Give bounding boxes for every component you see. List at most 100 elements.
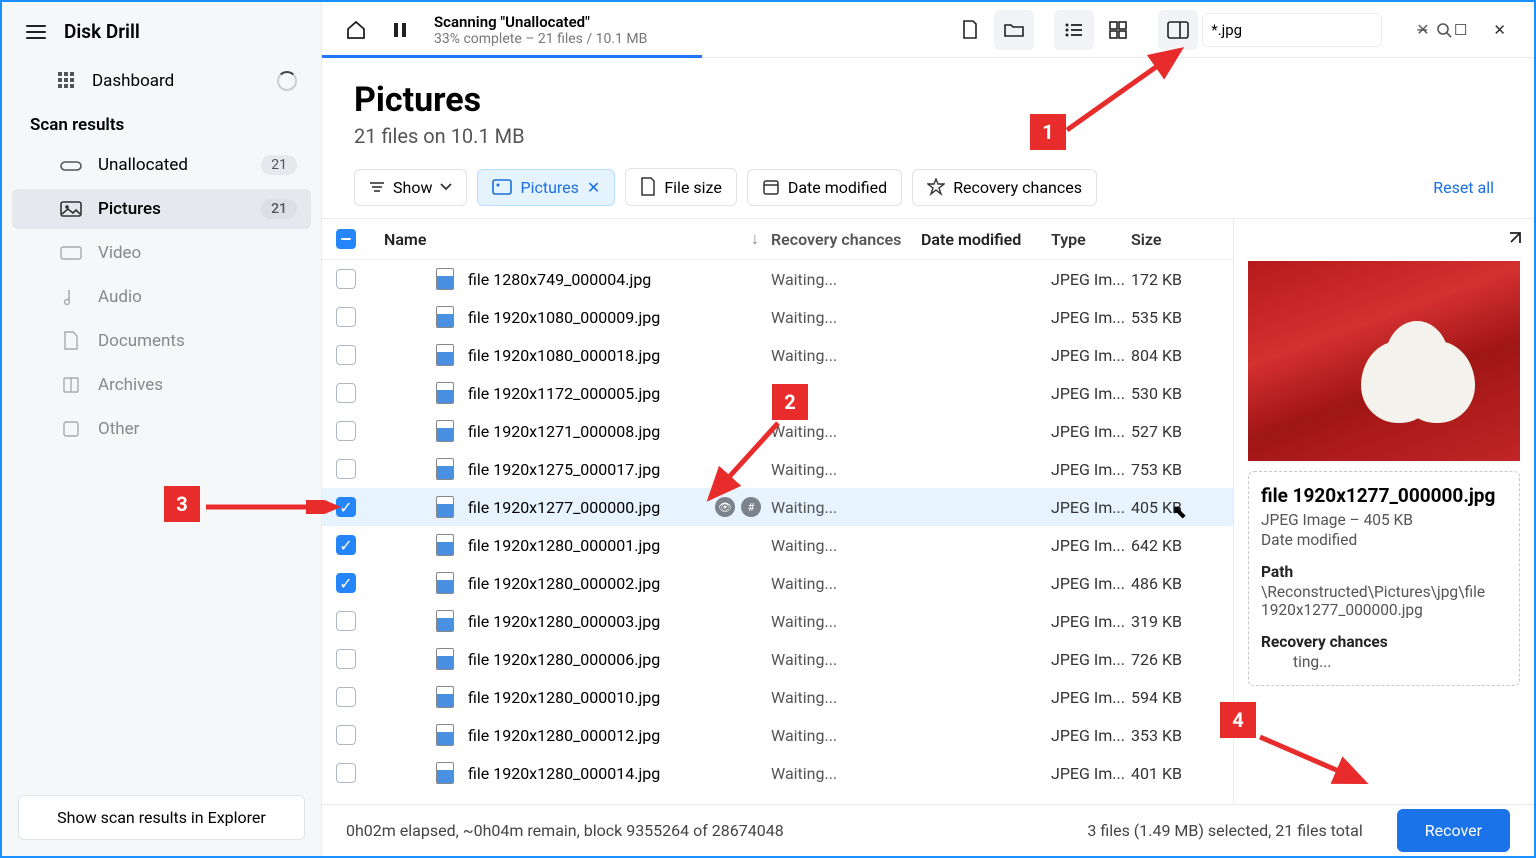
file-type: JPEG Im... (1051, 422, 1131, 441)
row-checkbox[interactable] (336, 687, 356, 707)
table-row[interactable]: file 1920x1080_000018.jpg Waiting... JPE… (322, 336, 1233, 374)
table-row[interactable]: file 1920x1080_000009.jpg Waiting... JPE… (322, 298, 1233, 336)
close-button[interactable]: ✕ (1493, 21, 1506, 39)
row-checkbox[interactable]: ✓ (336, 535, 356, 555)
table-row[interactable]: ✓ file 1920x1280_000002.jpg Waiting... J… (322, 564, 1233, 602)
show-in-explorer-button[interactable]: Show scan results in Explorer (18, 795, 305, 840)
maximize-button[interactable]: ☐ (1454, 21, 1467, 39)
filter-pictures[interactable]: Pictures ✕ (477, 169, 615, 206)
file-size: 594 KB (1131, 688, 1219, 707)
image-icon (60, 200, 82, 218)
preview-rc: ting... (1293, 653, 1507, 671)
eye-icon[interactable]: 👁 (715, 497, 735, 517)
search-input[interactable] (1211, 21, 1410, 39)
table-row[interactable]: file 1920x1280_000006.jpg Waiting... JPE… (322, 640, 1233, 678)
file-name: file 1920x1275_000017.jpg (468, 460, 660, 479)
search-box[interactable]: ✕ (1202, 13, 1382, 47)
sidebar-section-header: Scan results (2, 101, 321, 143)
row-checkbox[interactable]: ✓ (336, 573, 356, 593)
table-row[interactable]: file 1920x1172_000005.jpg ng... JPEG Im.… (322, 374, 1233, 412)
page-subtitle: 21 files on 10.1 MB (354, 124, 1502, 148)
table-header: Name↓ Recovery chances Date modified Typ… (322, 219, 1233, 260)
file-type: JPEG Im... (1051, 498, 1131, 517)
col-recovery[interactable]: Recovery chances (771, 230, 921, 249)
row-checkbox[interactable] (336, 725, 356, 745)
table-row[interactable]: file 1280x749_000004.jpg Waiting... JPEG… (322, 260, 1233, 298)
remove-filter-icon[interactable]: ✕ (587, 178, 600, 197)
recovery-status: Waiting... (771, 726, 921, 745)
table-row[interactable]: file 1920x1280_000010.jpg Waiting... JPE… (322, 678, 1233, 716)
pause-button[interactable] (380, 10, 420, 50)
file-icon (436, 496, 454, 518)
row-checkbox[interactable]: ✓ (336, 497, 356, 517)
file-view-button[interactable] (950, 10, 990, 50)
sidebar-item-other[interactable]: Other (12, 409, 311, 449)
row-checkbox[interactable] (336, 345, 356, 365)
sidebar-item-video[interactable]: Video (12, 233, 311, 273)
preview-pane-button[interactable] (1158, 10, 1198, 50)
col-date[interactable]: Date modified (921, 230, 1051, 249)
row-checkbox[interactable] (336, 763, 356, 783)
filter-filesize[interactable]: File size (625, 168, 737, 206)
row-checkbox[interactable] (336, 649, 356, 669)
filter-recovery[interactable]: Recovery chances (912, 169, 1097, 206)
table-row[interactable]: file 1920x1280_000014.jpg Waiting... JPE… (322, 754, 1233, 792)
file-size: 804 KB (1131, 346, 1219, 365)
recovery-status: Waiting... (771, 688, 921, 707)
sidebar-item-unallocated[interactable]: Unallocated 21 (12, 145, 311, 185)
filter-date[interactable]: Date modified (747, 169, 902, 206)
scan-status: Scanning "Unallocated" 33% complete – 21… (434, 13, 647, 47)
file-size: 726 KB (1131, 650, 1219, 669)
preview-pane: file 1920x1277_000000.jpg JPEG Image – 4… (1234, 219, 1534, 804)
table-row[interactable]: ✓ file 1920x1277_000000.jpg👁# Waiting...… (322, 488, 1233, 526)
col-name[interactable]: Name↓ (376, 229, 771, 249)
spinner-icon (277, 71, 297, 91)
row-checkbox[interactable] (336, 307, 356, 327)
recover-button[interactable]: Recover (1397, 809, 1510, 852)
menu-icon[interactable] (26, 25, 46, 39)
sidebar-item-audio[interactable]: Audio (12, 277, 311, 317)
recovery-status: Waiting... (771, 612, 921, 631)
row-checkbox[interactable] (336, 269, 356, 289)
file-type: JPEG Im... (1051, 688, 1131, 707)
folder-view-button[interactable] (994, 10, 1034, 50)
sidebar-item-documents[interactable]: Documents (12, 321, 311, 361)
col-type[interactable]: Type (1051, 230, 1131, 249)
show-dropdown[interactable]: Show (354, 169, 467, 206)
file-size: 527 KB (1131, 422, 1219, 441)
row-checkbox[interactable] (336, 611, 356, 631)
grid-view-button[interactable] (1098, 10, 1138, 50)
expand-icon[interactable] (1504, 231, 1522, 249)
document-icon (60, 332, 82, 350)
file-size: 319 KB (1131, 612, 1219, 631)
file-size: 353 KB (1131, 726, 1219, 745)
row-checkbox[interactable] (336, 459, 356, 479)
sidebar-item-pictures[interactable]: Pictures 21 (12, 189, 311, 229)
sidebar-dashboard[interactable]: Dashboard (2, 61, 321, 101)
file-type: JPEG Im... (1051, 726, 1131, 745)
table-row[interactable]: file 1920x1280_000012.jpg Waiting... JPE… (322, 716, 1233, 754)
table-row[interactable]: file 1920x1280_000003.jpg Waiting... JPE… (322, 602, 1233, 640)
file-size: 405 KB (1131, 498, 1219, 517)
hash-icon[interactable]: # (741, 497, 761, 517)
home-button[interactable] (336, 10, 376, 50)
table-row[interactable]: file 1920x1271_000008.jpg Waiting... JPE… (322, 412, 1233, 450)
row-checkbox[interactable] (336, 421, 356, 441)
list-view-button[interactable] (1054, 10, 1094, 50)
preview-path: \Reconstructed\Pictures\jpg\file 1920x12… (1261, 583, 1507, 619)
table-row[interactable]: file 1920x1275_000017.jpg Waiting... JPE… (322, 450, 1233, 488)
file-name: file 1920x1280_000014.jpg (468, 764, 660, 783)
minimize-button[interactable]: — (1416, 21, 1428, 39)
file-type: JPEG Im... (1051, 308, 1131, 327)
reset-filters[interactable]: Reset all (1433, 178, 1502, 197)
row-checkbox[interactable] (336, 383, 356, 403)
select-all-checkbox[interactable] (336, 229, 356, 249)
sidebar-item-archives[interactable]: Archives (12, 365, 311, 405)
table-row[interactable]: ✓ file 1920x1280_000001.jpg Waiting... J… (322, 526, 1233, 564)
file-name: file 1280x749_000004.jpg (468, 270, 651, 289)
preview-type: JPEG Image – 405 KB (1261, 511, 1507, 529)
sidebar-item-label: Documents (98, 331, 185, 351)
music-icon (60, 288, 82, 306)
col-size[interactable]: Size (1131, 230, 1219, 249)
recovery-status: Waiting... (771, 764, 921, 783)
